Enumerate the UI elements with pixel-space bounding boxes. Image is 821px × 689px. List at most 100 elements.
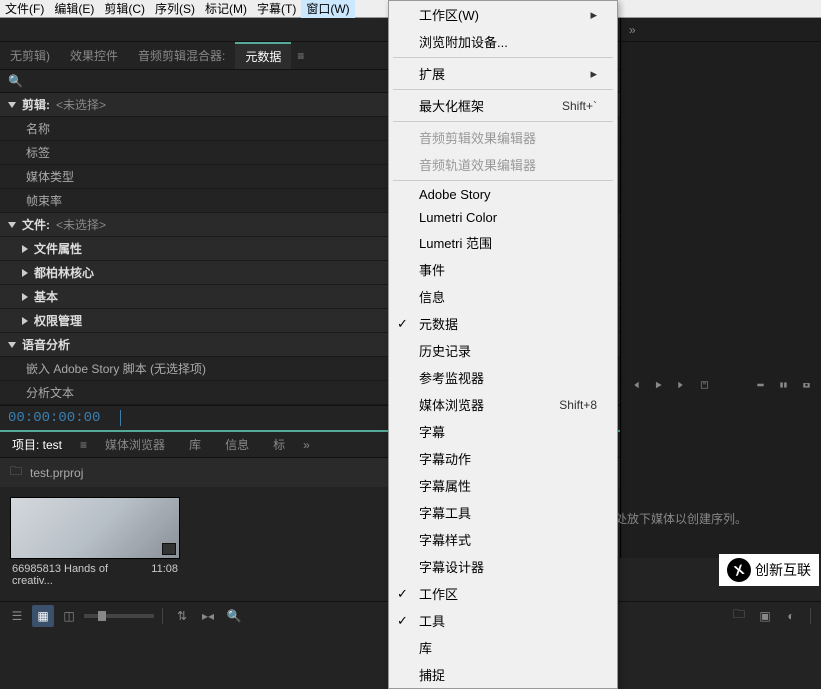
menu-item-label: 工作区 xyxy=(419,584,458,603)
find-icon[interactable]: 🔍 xyxy=(223,605,245,627)
zoom-slider[interactable] xyxy=(84,614,154,618)
menu-item-label: 字幕动作 xyxy=(419,449,471,468)
menu-item[interactable]: 捕捉 xyxy=(389,661,617,688)
menu-sequence[interactable]: 序列(S) xyxy=(150,0,200,18)
tab-noclip[interactable]: 无剪辑) xyxy=(0,42,60,69)
freeform-view-icon[interactable]: ◫ xyxy=(58,605,80,627)
menu-item[interactable]: 历史记录 xyxy=(389,337,617,364)
chevron-right-icon xyxy=(22,245,28,253)
menu-item-label: 工具 xyxy=(419,611,445,630)
tab-library[interactable]: 库 xyxy=(177,436,213,453)
menu-item[interactable]: 媒体浏览器Shift+8 xyxy=(389,391,617,418)
menu-item-label: 工作区(W) xyxy=(419,5,479,24)
menu-item-label: 元数据 xyxy=(419,314,458,333)
sort-icon[interactable]: ⇅ xyxy=(171,605,193,627)
menu-item[interactable]: 字幕 xyxy=(389,418,617,445)
menu-item[interactable]: Adobe Story xyxy=(389,183,617,206)
menu-item-label: Lumetri Color xyxy=(419,210,497,225)
watermark-logo: X xyxy=(724,555,753,584)
menu-title[interactable]: 字幕(T) xyxy=(252,0,301,18)
tab-metadata[interactable]: 元数据 xyxy=(235,42,291,69)
overflow-icon[interactable]: » xyxy=(297,438,316,452)
menu-item[interactable]: 浏览附加设备... xyxy=(389,28,617,55)
automate-icon[interactable]: ▸◂ xyxy=(197,605,219,627)
menu-window[interactable]: 窗口(W) xyxy=(301,0,354,18)
export-frame-icon[interactable] xyxy=(700,378,709,392)
menu-item[interactable]: 扩展▸ xyxy=(389,60,617,87)
watermark: X 创新互联 xyxy=(719,554,819,586)
tab-info[interactable]: 信息 xyxy=(213,436,261,453)
menu-item-label: 音频轨道效果编辑器 xyxy=(419,155,536,174)
new-bin-icon[interactable]: 🗀 xyxy=(728,605,750,627)
lift-icon[interactable] xyxy=(756,378,765,392)
program-monitor: » xyxy=(620,18,821,558)
new-item-icon[interactable]: ▣ xyxy=(754,605,776,627)
menu-item-label: 捕捉 xyxy=(419,665,445,684)
menu-item-label: 媒体浏览器 xyxy=(419,395,484,414)
tab-media-browser[interactable]: 媒体浏览器 xyxy=(93,436,177,453)
tab-markers[interactable]: 标 xyxy=(261,436,297,453)
menu-item[interactable]: 库 xyxy=(389,634,617,661)
menu-clip[interactable]: 剪辑(C) xyxy=(99,0,150,18)
menu-item-label: 字幕工具 xyxy=(419,503,471,522)
next-frame-icon[interactable] xyxy=(677,378,686,392)
menu-item[interactable]: 最大化框架 Shift+` xyxy=(389,92,617,119)
chevron-right-icon xyxy=(22,317,28,325)
tab-project[interactable]: 项目: test xyxy=(0,436,74,453)
menu-edit[interactable]: 编辑(E) xyxy=(49,0,99,18)
voice-title: 语音分析 xyxy=(22,336,70,353)
menu-file[interactable]: 文件(F) xyxy=(0,0,49,18)
submenu-arrow-icon: ▸ xyxy=(590,66,597,82)
menu-item[interactable]: 参考监视器 xyxy=(389,364,617,391)
video-icon xyxy=(162,543,176,555)
search-icon: 🔍 xyxy=(8,74,23,88)
menu-item[interactable]: 字幕样式 xyxy=(389,526,617,553)
folder-icon[interactable]: 🗀 xyxy=(10,462,22,483)
menu-item-label: 历史记录 xyxy=(419,341,471,360)
clear-icon[interactable]: ◐ xyxy=(780,605,802,627)
menu-separator xyxy=(393,57,613,58)
chevron-down-icon xyxy=(8,342,16,348)
thumbnail-image xyxy=(10,497,180,559)
tab-effect-controls[interactable]: 效果控件 xyxy=(60,42,128,69)
menu-item-label: 字幕设计器 xyxy=(419,557,484,576)
menu-item[interactable]: 工作区(W)▸ xyxy=(389,1,617,28)
panel-menu-icon[interactable]: ≡ xyxy=(74,438,93,452)
menu-item[interactable]: Lumetri Color xyxy=(389,206,617,229)
menu-item[interactable]: 字幕工具 xyxy=(389,499,617,526)
menu-item-label: 音频剪辑效果编辑器 xyxy=(419,128,536,147)
clip-subtitle: <未选择> xyxy=(56,96,106,113)
menu-item[interactable]: ✓ 工具 xyxy=(389,607,617,634)
window-menu-dropdown: 工作区(W)▸浏览附加设备...扩展▸最大化框架Shift+`音频剪辑效果编辑器… xyxy=(388,0,618,689)
menu-item[interactable]: 事件 xyxy=(389,256,617,283)
menu-marker[interactable]: 标记(M) xyxy=(200,0,252,18)
watermark-text: 创新互联 xyxy=(755,560,811,580)
project-filename: test.prproj xyxy=(30,466,83,480)
check-icon: ✓ xyxy=(397,613,408,629)
menu-item[interactable]: 字幕属性 xyxy=(389,472,617,499)
panel-menu-icon[interactable]: ≡ xyxy=(291,49,310,63)
menu-item[interactable]: ✓工作区 xyxy=(389,580,617,607)
timecode[interactable]: 00:00:00:00 xyxy=(8,410,100,426)
menu-item[interactable]: 字幕动作 xyxy=(389,445,617,472)
menu-item-label: 字幕 xyxy=(419,422,445,441)
prev-frame-icon[interactable] xyxy=(631,378,640,392)
clip-thumbnail[interactable]: 66985813 Hands of creativ... 11:08 xyxy=(10,497,180,591)
menu-shortcut: Shift+` xyxy=(562,99,597,113)
overflow-icon[interactable]: » xyxy=(629,23,636,37)
icon-view-icon[interactable]: ▦ xyxy=(32,605,54,627)
menu-item[interactable]: 信息 xyxy=(389,283,617,310)
play-icon[interactable] xyxy=(654,378,663,392)
menu-item-label: 事件 xyxy=(419,260,445,279)
camera-icon[interactable] xyxy=(802,378,811,392)
menu-item[interactable]: ✓元数据 xyxy=(389,310,617,337)
extract-icon[interactable] xyxy=(779,378,788,392)
transport-controls xyxy=(621,372,821,398)
file-subtitle: <未选择> xyxy=(56,216,106,233)
menu-item[interactable]: 字幕设计器 xyxy=(389,553,617,580)
tab-audio-mixer[interactable]: 音频剪辑混合器: xyxy=(128,42,235,69)
list-view-icon[interactable]: ☰ xyxy=(6,605,28,627)
menu-item-label: 最大化框架 xyxy=(419,96,484,115)
chevron-down-icon xyxy=(8,102,16,108)
menu-item[interactable]: Lumetri 范围 xyxy=(389,229,617,256)
